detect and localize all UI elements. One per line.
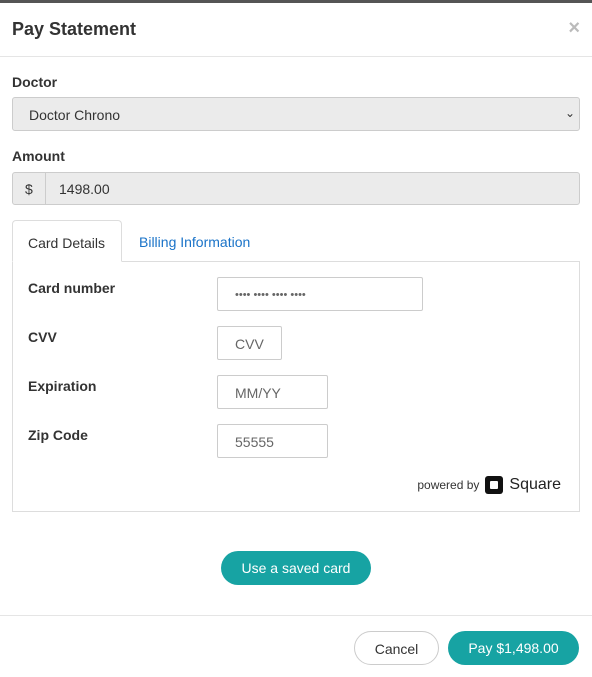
doctor-label: Doctor: [12, 74, 58, 90]
chevron-down-icon: ⌄: [564, 106, 575, 120]
cancel-button[interactable]: Cancel: [354, 631, 439, 665]
modal-footer: [0, 615, 592, 616]
tab-billing-information[interactable]: Billing Information: [124, 220, 265, 262]
cvv-input[interactable]: CVV: [217, 326, 282, 360]
square-logo-icon: [485, 476, 504, 494]
amount-field: $ 1498.00: [12, 172, 580, 205]
square-brand: Square: [509, 476, 561, 493]
zip-label: Zip Code: [28, 427, 88, 443]
card-details-panel: Card number •••• •••• •••• •••• CVV CVV …: [12, 261, 580, 512]
zip-input[interactable]: 55555: [217, 424, 328, 458]
tab-card-details[interactable]: Card Details: [12, 220, 122, 262]
amount-label: Amount: [12, 148, 65, 164]
modal-header: Pay Statement ×: [0, 3, 592, 57]
expiration-input[interactable]: MM/YY: [217, 375, 328, 409]
pay-button[interactable]: Pay $1,498.00: [448, 631, 579, 665]
use-saved-card-button[interactable]: Use a saved card: [221, 551, 371, 585]
card-number-label: Card number: [28, 280, 116, 296]
powered-by-text: powered by: [417, 478, 480, 492]
powered-by-square: powered by Square: [417, 476, 561, 494]
expiration-label: Expiration: [28, 378, 97, 394]
modal-title: Pay Statement: [12, 19, 137, 39]
cvv-label: CVV: [28, 329, 57, 345]
currency-addon: $: [13, 173, 46, 204]
close-icon[interactable]: ×: [568, 17, 580, 40]
doctor-value: Doctor Chrono: [29, 107, 121, 123]
amount-value: 1498.00: [59, 181, 110, 197]
doctor-select[interactable]: Doctor Chrono ⌄: [12, 97, 580, 131]
card-number-input[interactable]: •••• •••• •••• ••••: [217, 277, 423, 311]
